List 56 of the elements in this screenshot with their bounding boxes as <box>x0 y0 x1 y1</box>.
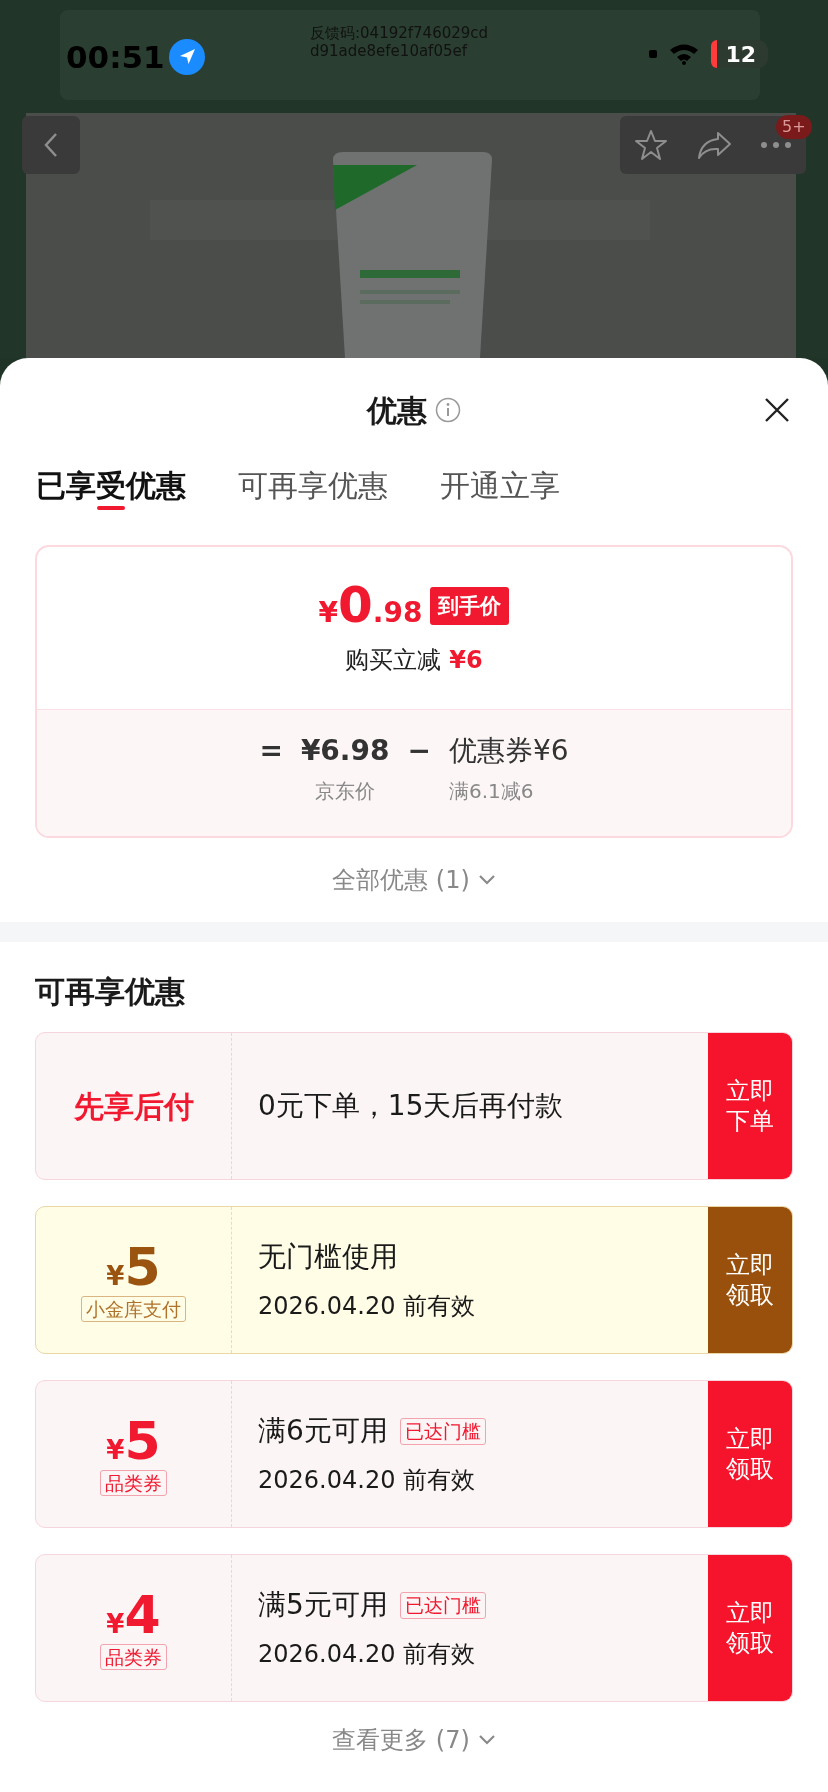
coupon-validity: 2026.04.20 前有效 <box>258 1291 477 1322</box>
sheet-title: 优惠 <box>367 391 427 430</box>
coupon-amount: 5 <box>124 1412 161 1469</box>
price-decimal: .98 <box>372 594 423 631</box>
back-icon <box>43 132 59 158</box>
discount-condition: 满6.1减6 <box>448 778 534 805</box>
coupon-condition: 满6元可用 <box>258 1413 388 1449</box>
back-button[interactable] <box>22 116 80 174</box>
currency-symbol: ¥ <box>318 595 339 631</box>
threshold-badge: 已达门槛 <box>399 1417 486 1445</box>
see-more-link[interactable]: 查看更多 (7) <box>332 1722 496 1758</box>
close-icon[interactable] <box>764 397 790 423</box>
coupon-condition: 满5元可用 <box>258 1587 388 1623</box>
coupon-discount: 优惠券¥6 <box>448 733 569 769</box>
coupon-amount: 4 <box>124 1586 161 1643</box>
tab[interactable]: 可再享优惠 <box>238 462 388 510</box>
tab[interactable]: 开通立享 <box>440 462 560 510</box>
all-offers-link[interactable]: 全部优惠 (1) <box>332 862 496 898</box>
coupon-condition: 无门槛使用 <box>258 1239 398 1275</box>
coupon-tag: 品类券 <box>100 1469 167 1496</box>
saving-amount: ¥6 <box>449 644 483 676</box>
saving-label: 购买立减 <box>345 644 442 676</box>
claim-button[interactable]: 立即领取 <box>708 1555 792 1701</box>
claim-button[interactable]: 立即下单 <box>708 1033 792 1179</box>
section-title: 可再享优惠 <box>35 973 185 1011</box>
claim-button[interactable]: 立即领取 <box>708 1207 792 1353</box>
wifi-icon <box>669 43 700 65</box>
coupon-tag: 品类券 <box>100 1643 167 1670</box>
coupon-tag: 小金库支付 <box>81 1295 186 1322</box>
base-price: ¥6.98 <box>300 733 390 769</box>
coupon-amount: 5 <box>124 1238 161 1295</box>
more-icon[interactable] <box>760 141 792 149</box>
minus-sign: − <box>407 733 431 769</box>
chevron-down-icon <box>477 874 496 886</box>
coupon-validity: 2026.04.20 前有效 <box>258 1639 477 1670</box>
signal-icon <box>649 50 658 58</box>
threshold-badge: 已达门槛 <box>399 1591 486 1619</box>
currency-symbol: ¥ <box>106 1260 125 1293</box>
equals-sign: = <box>259 733 283 769</box>
battery-indicator: 12 <box>711 40 768 68</box>
tab[interactable]: 已享受优惠 <box>36 462 186 510</box>
currency-symbol: ¥ <box>106 1434 125 1467</box>
base-price-label: 京东价 <box>315 778 376 805</box>
info-icon[interactable] <box>435 397 461 423</box>
share-icon[interactable] <box>696 130 732 160</box>
chevron-down-icon <box>477 1734 496 1746</box>
offer-title: 先享后付 <box>73 1087 194 1126</box>
location-icon <box>168 39 205 76</box>
claim-button[interactable]: 立即领取 <box>708 1381 792 1527</box>
currency-symbol: ¥ <box>106 1608 125 1641</box>
offer-description: 0元下单，15天后再付款 <box>258 1088 565 1124</box>
coupon-validity: 2026.04.20 前有效 <box>258 1465 477 1496</box>
status-time: 00:51 <box>66 38 165 77</box>
star-icon[interactable] <box>634 128 668 162</box>
price-integer: 0 <box>338 578 373 631</box>
price-tag: 到手价 <box>430 587 510 625</box>
